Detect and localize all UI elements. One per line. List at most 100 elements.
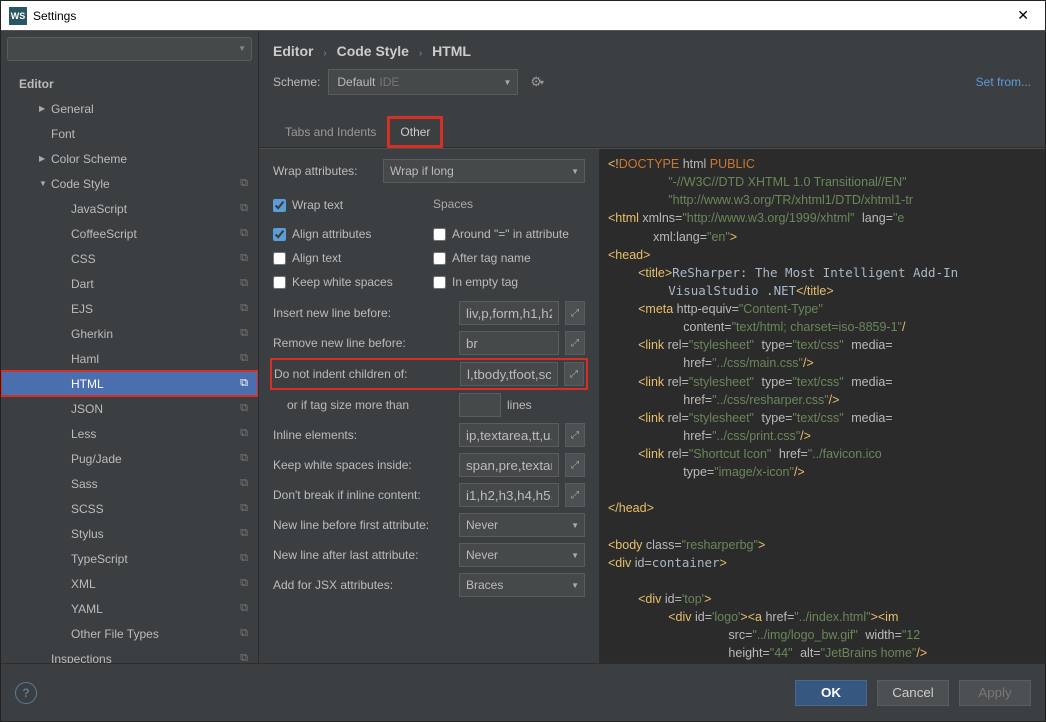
expand-icon[interactable]: ⤢ <box>564 362 584 386</box>
tree-item-xml[interactable]: XML⧉ <box>1 571 258 596</box>
scheme-label: Scheme: <box>273 75 320 89</box>
copy-icon: ⧉ <box>240 527 248 540</box>
check-around-eq[interactable]: Around "=" in attribute <box>433 227 585 241</box>
main-panel: Editor › Code Style › HTML Scheme: Defau… <box>259 31 1045 663</box>
no-indent-row: Do not indent children of: ⤢ <box>273 361 585 387</box>
tree-item-html[interactable]: HTML⧉ <box>1 371 258 396</box>
copy-icon: ⧉ <box>240 552 248 565</box>
tree-item-coffeescript[interactable]: CoffeeScript⧉ <box>1 221 258 246</box>
copy-icon: ⧉ <box>240 377 248 390</box>
chevron-down-icon: ▼ <box>571 551 579 560</box>
copy-icon: ⧉ <box>240 452 248 465</box>
copy-icon: ⧉ <box>240 477 248 490</box>
scheme-row: Scheme: Default IDE ▼ ⚙ ▾ Set from... <box>259 69 1045 109</box>
copy-icon: ⧉ <box>240 402 248 415</box>
tree-item-other-file-types[interactable]: Other File Types⧉ <box>1 621 258 646</box>
wrap-attributes-row: Wrap attributes: Wrap if long ▼ <box>273 159 585 183</box>
insert-newline-row: Insert new line before: ⤢ <box>273 301 585 325</box>
check-wrap-text[interactable]: Wrap text <box>273 193 433 217</box>
close-button[interactable]: ✕ <box>1009 3 1037 28</box>
spaces-header: Spaces <box>433 193 585 217</box>
tree-item-dart[interactable]: Dart⧉ <box>1 271 258 296</box>
code-preview: <!DOCTYPE html PUBLIC "-//W3C//DTD XHTML… <box>599 149 1045 663</box>
copy-icon: ⧉ <box>240 177 248 190</box>
copy-icon: ⧉ <box>240 427 248 440</box>
scheme-combo[interactable]: Default IDE ▼ <box>328 69 518 95</box>
tree-item-ejs[interactable]: EJS⧉ <box>1 296 258 321</box>
wrap-attributes-combo[interactable]: Wrap if long ▼ <box>383 159 585 183</box>
expand-icon[interactable]: ⤢ <box>565 453 585 477</box>
tree-item-gherkin[interactable]: Gherkin⧉ <box>1 321 258 346</box>
jsx-attr-row: Add for JSX attributes: Braces▼ <box>273 573 585 597</box>
tree-item-pug-jade[interactable]: Pug/Jade⧉ <box>1 446 258 471</box>
tree-item-color-scheme[interactable]: ▶Color Scheme <box>1 146 258 171</box>
tree-item-json[interactable]: JSON⧉ <box>1 396 258 421</box>
copy-icon: ⧉ <box>240 627 248 640</box>
copy-icon: ⧉ <box>240 602 248 615</box>
chevron-down-icon: ▼ <box>571 581 579 590</box>
breadcrumb: Editor › Code Style › HTML <box>259 31 1045 69</box>
nl-after-last-combo[interactable]: Never▼ <box>459 543 585 567</box>
tree-item-javascript[interactable]: JavaScript⧉ <box>1 196 258 221</box>
jsx-attr-combo[interactable]: Braces▼ <box>459 573 585 597</box>
tab-tabs-indents[interactable]: Tabs and Indents <box>273 117 388 147</box>
remove-newline-row: Remove new line before: ⤢ <box>273 331 585 355</box>
inline-input[interactable] <box>459 423 559 447</box>
tree-item-inspections[interactable]: Inspections⧉ <box>1 646 258 663</box>
chevron-down-icon[interactable]: ▼ <box>238 44 246 53</box>
sidebar: 🔍 ▼ Editor ▶GeneralFont▶Color Scheme▼Cod… <box>1 31 259 663</box>
remove-newline-input[interactable] <box>459 331 559 355</box>
chevron-down-icon: ▼ <box>571 521 579 530</box>
window-title: Settings <box>33 9 1009 23</box>
copy-icon: ⧉ <box>240 277 248 290</box>
tree-item-font[interactable]: Font <box>1 121 258 146</box>
tree-item-css[interactable]: CSS⧉ <box>1 246 258 271</box>
ok-button[interactable]: OK <box>795 680 867 706</box>
tree-item-haml[interactable]: Haml⧉ <box>1 346 258 371</box>
tree-item-code-style[interactable]: ▼Code Style⧉ <box>1 171 258 196</box>
expand-icon[interactable]: ⤢ <box>565 301 585 325</box>
tag-size-row: or if tag size more than lines <box>273 393 585 417</box>
expand-icon[interactable]: ⤢ <box>565 483 585 507</box>
tree-item-typescript[interactable]: TypeScript⧉ <box>1 546 258 571</box>
search-wrap: 🔍 ▼ <box>7 37 252 61</box>
tree-item-general[interactable]: ▶General <box>1 96 258 121</box>
help-button[interactable]: ? <box>15 682 37 704</box>
cancel-button[interactable]: Cancel <box>877 680 949 706</box>
tree-arrow-icon: ▶ <box>39 154 51 163</box>
check-align-text[interactable]: Align text <box>273 251 433 265</box>
tag-size-input[interactable] <box>459 393 501 417</box>
tab-other[interactable]: Other <box>388 117 442 147</box>
tree-item-scss[interactable]: SCSS⧉ <box>1 496 258 521</box>
chevron-right-icon: › <box>323 48 326 59</box>
expand-icon[interactable]: ⤢ <box>565 423 585 447</box>
no-break-input[interactable] <box>459 483 559 507</box>
check-in-empty[interactable]: In empty tag <box>433 275 585 289</box>
check-align-attributes[interactable]: Align attributes <box>273 227 433 241</box>
copy-icon: ⧉ <box>240 202 248 215</box>
breadcrumb-2: HTML <box>432 43 471 59</box>
tree-item-less[interactable]: Less⧉ <box>1 421 258 446</box>
check-after-tag[interactable]: After tag name <box>433 251 585 265</box>
no-indent-input[interactable] <box>460 362 558 386</box>
insert-newline-input[interactable] <box>459 301 559 325</box>
copy-icon: ⧉ <box>240 502 248 515</box>
tree-item-sass[interactable]: Sass⧉ <box>1 471 258 496</box>
copy-icon: ⧉ <box>240 652 248 663</box>
nl-before-first-combo[interactable]: Never▼ <box>459 513 585 537</box>
check-keep-white[interactable]: Keep white spaces <box>273 275 433 289</box>
nl-before-first-row: New line before first attribute: Never▼ <box>273 513 585 537</box>
inline-row: Inline elements: ⤢ <box>273 423 585 447</box>
copy-icon: ⧉ <box>240 577 248 590</box>
search-input[interactable] <box>7 37 252 61</box>
expand-icon[interactable]: ⤢ <box>565 331 585 355</box>
tree-item-yaml[interactable]: YAML⧉ <box>1 596 258 621</box>
keep-ws-input[interactable] <box>459 453 559 477</box>
set-from-link[interactable]: Set from... <box>976 75 1031 89</box>
apply-button[interactable]: Apply <box>959 680 1031 706</box>
tree-item-stylus[interactable]: Stylus⧉ <box>1 521 258 546</box>
tree-header-editor[interactable]: Editor <box>1 71 258 96</box>
nl-after-last-row: New line after last attribute: Never▼ <box>273 543 585 567</box>
tabs: Tabs and Indents Other <box>259 117 1045 148</box>
titlebar: WS Settings ✕ <box>1 1 1045 31</box>
